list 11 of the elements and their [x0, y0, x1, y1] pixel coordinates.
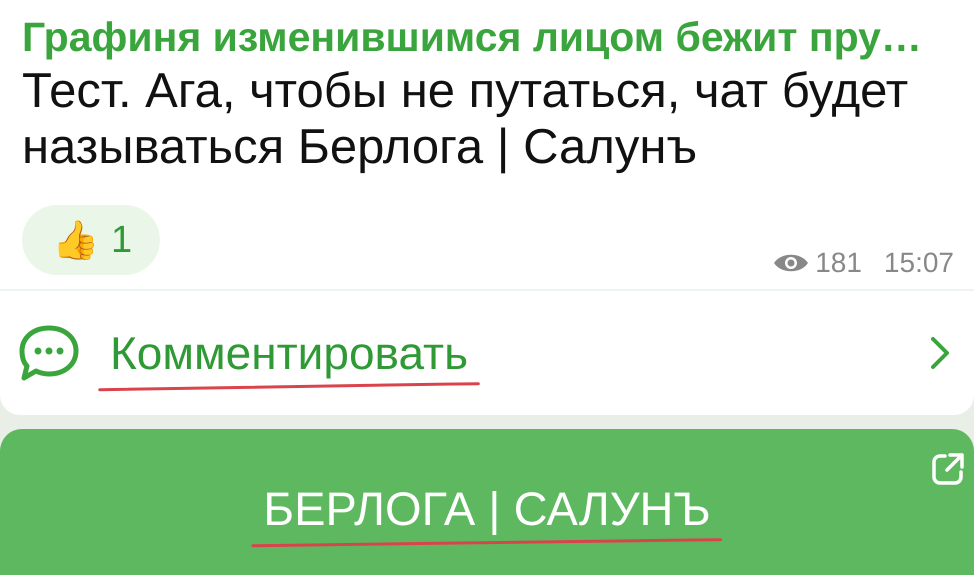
eye-icon [773, 252, 810, 274]
sender-name[interactable]: Графиня изменившимся лицом бежит пру… [22, 14, 922, 61]
message-time: 15:07 [884, 247, 954, 279]
open-chat-button[interactable]: БЕРЛОГА | САЛУНЪ [0, 429, 974, 575]
chevron-right-icon[interactable] [930, 336, 950, 370]
reaction-button[interactable]: 👍 1 [22, 205, 160, 275]
comment-link[interactable]: Комментировать [110, 326, 468, 380]
comment-icon [18, 324, 80, 382]
view-count: 181 [815, 247, 862, 279]
external-link-icon [930, 451, 966, 487]
message-text: Тест. Ага, чтобы не путаться, чат будет называться Берлога | Салунъ [22, 63, 910, 175]
